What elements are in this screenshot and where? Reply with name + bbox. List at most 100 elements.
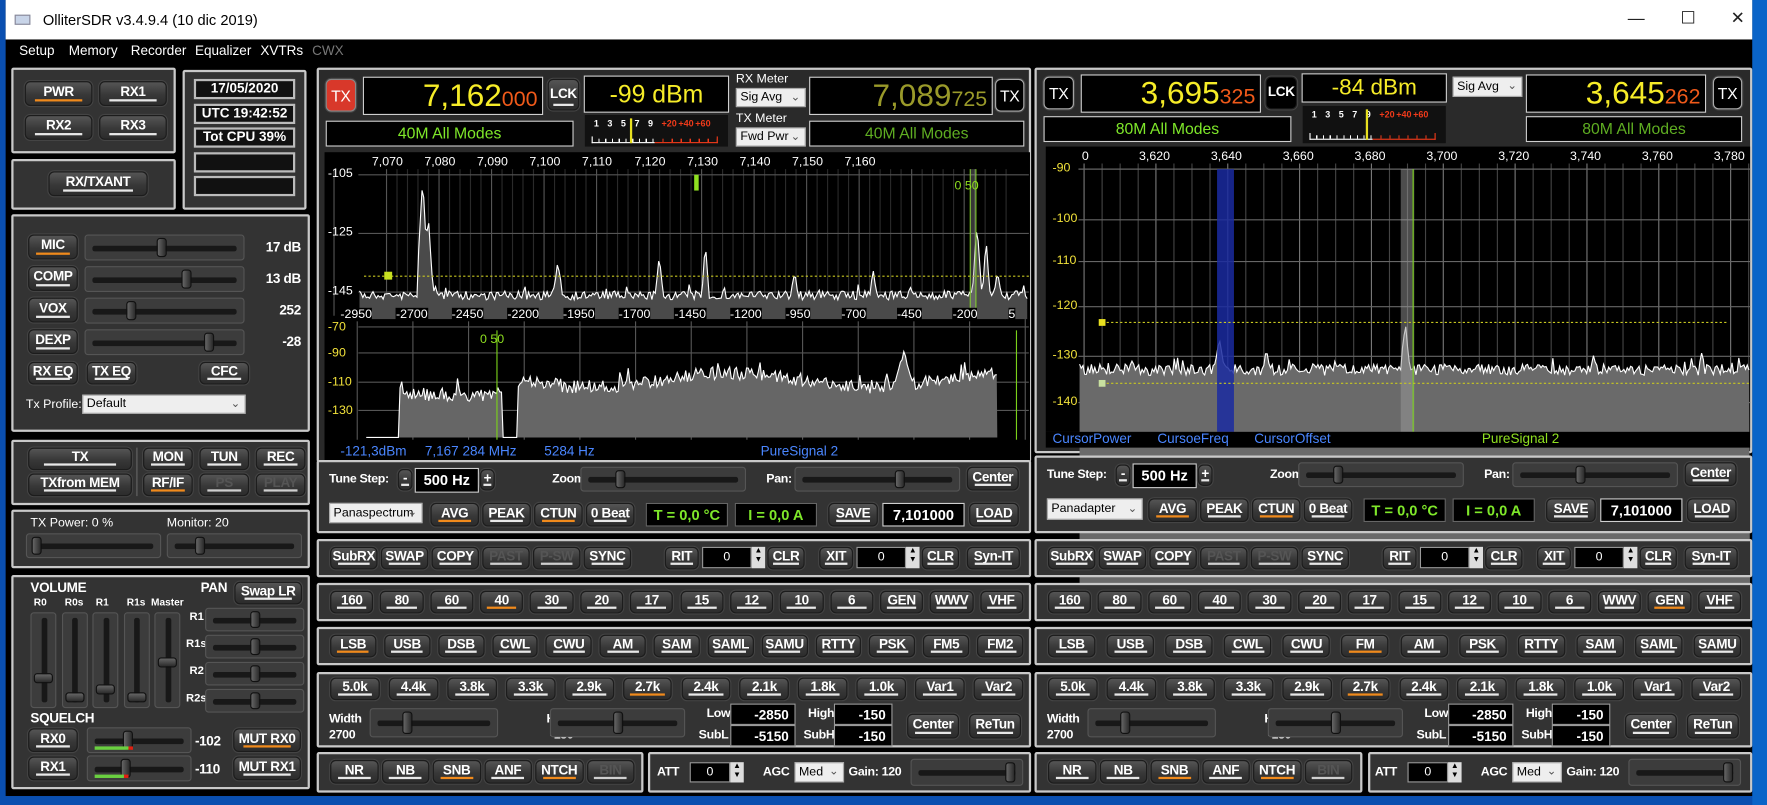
- spin-arrows-icon[interactable]: ▲ ▼: [1469, 546, 1484, 569]
- frequency-tick-label: 3,720: [1498, 149, 1530, 164]
- mode-rtty-button[interactable]: RTTY: [1517, 634, 1565, 658]
- p-sw-button[interactable]: P-SW: [1250, 546, 1299, 570]
- mode-samu-button[interactable]: SAMU: [1693, 634, 1742, 658]
- gain-slider[interactable]: [1628, 758, 1742, 786]
- subrx-button[interactable]: SubRX: [1048, 546, 1096, 570]
- peak-button[interactable]: PEAK: [1200, 498, 1249, 523]
- band-40-button[interactable]: 40: [1197, 590, 1242, 614]
- band-30-button[interactable]: 30: [1247, 590, 1292, 614]
- att-input[interactable]: 0: [1407, 762, 1449, 783]
- temperature-readout: T = 0,0 °C: [1363, 498, 1446, 523]
- ctun-button[interactable]: CTUN: [1251, 498, 1301, 523]
- sync-it-button[interactable]: Syn-IT: [1684, 546, 1738, 570]
- filter-2-7k-button[interactable]: 2.7k: [1340, 677, 1391, 701]
- slider-thumb[interactable]: [1722, 762, 1733, 783]
- swap-button[interactable]: SWAP: [1098, 546, 1147, 570]
- filter-4-4k-button[interactable]: 4.4k: [1106, 677, 1156, 701]
- slider-thumb[interactable]: [1575, 465, 1586, 484]
- zoom-slider[interactable]: [1298, 462, 1464, 488]
- sync-button[interactable]: SYNC: [1301, 546, 1349, 570]
- pan-label: Pan:: [1484, 467, 1510, 482]
- filter-var2-button[interactable]: Var2: [1691, 677, 1742, 701]
- avg-button[interactable]: AVG: [1148, 498, 1197, 523]
- filter-low-input[interactable]: -2850: [1448, 703, 1514, 725]
- select-value: Med: [1516, 765, 1541, 780]
- filter-subh-label: SubH: [1521, 728, 1553, 742]
- filter-2-4k-button[interactable]: 2.4k: [1399, 677, 1449, 701]
- band-160-button[interactable]: 160: [1048, 590, 1092, 614]
- agc-select[interactable]: Med ⌄: [1512, 762, 1562, 783]
- mode-saml-button[interactable]: SAML: [1634, 634, 1683, 658]
- mode-lsb-button[interactable]: LSB: [1048, 634, 1096, 658]
- retune-button[interactable]: ReTun: [1686, 713, 1739, 739]
- zero-beat-button[interactable]: 0 Beat: [1303, 498, 1353, 523]
- band-20-button[interactable]: 20: [1297, 590, 1342, 614]
- filter-1-0k-button[interactable]: 1.0k: [1574, 677, 1625, 701]
- mode-fm-button[interactable]: FM: [1341, 634, 1389, 658]
- filter-2-9k-button[interactable]: 2.9k: [1282, 677, 1332, 701]
- sdr-window: OlliterSDR v3.4.9.4 (10 dic 2019) — ☐ ✕ Setu…: [5, 0, 1767, 797]
- band-60-button[interactable]: 60: [1147, 590, 1192, 614]
- mode-usb-button[interactable]: USB: [1106, 634, 1155, 658]
- dsp-anf-button[interactable]: ANF: [1201, 759, 1250, 784]
- pan-slider[interactable]: [1512, 462, 1678, 488]
- mode-dsb-button[interactable]: DSB: [1165, 634, 1213, 658]
- filter-high-input-label: High: [1525, 706, 1553, 721]
- paste-button[interactable]: PAST: [1200, 546, 1248, 570]
- rit-clear-button[interactable]: CLR: [1485, 546, 1523, 570]
- load-button[interactable]: LOAD: [1686, 498, 1737, 523]
- filter-subh-input[interactable]: -150: [1551, 724, 1611, 747]
- cursor-readout: CursoeFreq: [1157, 430, 1229, 447]
- mode-cwl-button[interactable]: CWL: [1224, 634, 1272, 658]
- rit-offset-input[interactable]: 0: [1419, 546, 1470, 569]
- filter-2-1k-button[interactable]: 2.1k: [1457, 677, 1508, 701]
- dsp-nb-button[interactable]: NB: [1099, 759, 1148, 784]
- dsp-nr-button[interactable]: NR: [1048, 759, 1096, 784]
- filter-width-value: 2700: [1046, 728, 1074, 742]
- filter-1-8k-button[interactable]: 1.8k: [1516, 677, 1566, 701]
- mode-cwu-button[interactable]: CWU: [1282, 634, 1331, 658]
- filter-high-input[interactable]: -150: [1551, 703, 1611, 725]
- copy-button[interactable]: COPY: [1149, 546, 1197, 570]
- band-gen-button[interactable]: GEN: [1647, 590, 1692, 614]
- band-12-button[interactable]: 12: [1447, 590, 1492, 614]
- db-tick-label: -120: [1052, 298, 1078, 313]
- display-mode-select[interactable]: Panadapter ⌄: [1046, 498, 1143, 520]
- frequency-tick-label: 3,740: [1570, 149, 1602, 164]
- band-80-button[interactable]: 80: [1097, 590, 1142, 614]
- band-10-button[interactable]: 10: [1497, 590, 1542, 614]
- rit-button[interactable]: RIT: [1382, 546, 1417, 570]
- filter-var1-button[interactable]: Var1: [1633, 677, 1683, 701]
- tune-step-increase-button[interactable]: +: [1197, 464, 1213, 486]
- filter-high-slider[interactable]: [1267, 708, 1403, 738]
- dsp-ntch-button[interactable]: NTCH: [1253, 759, 1302, 784]
- mode-am-button[interactable]: AM: [1400, 634, 1448, 658]
- band-6-button[interactable]: 6: [1547, 590, 1592, 614]
- spin-arrows-icon[interactable]: ▲ ▼: [1623, 546, 1638, 569]
- mode-sam-button[interactable]: SAM: [1576, 634, 1624, 658]
- filter-width-slider[interactable]: [1087, 708, 1216, 738]
- spin-arrows-icon[interactable]: ▲ ▼: [1448, 762, 1462, 783]
- xit-clear-button[interactable]: CLR: [1639, 546, 1677, 570]
- xit-button[interactable]: XIT: [1537, 546, 1571, 570]
- band-vhf-button[interactable]: VHF: [1697, 590, 1742, 614]
- tune-step-decrease-button[interactable]: -: [1115, 464, 1131, 486]
- slider-thumb[interactable]: [1119, 711, 1130, 735]
- dsp-bin-button[interactable]: BIN: [1304, 759, 1353, 784]
- mode-psk-button[interactable]: PSK: [1458, 634, 1507, 658]
- slider-thumb[interactable]: [1332, 465, 1343, 484]
- filter-5-0k-button[interactable]: 5.0k: [1048, 677, 1098, 701]
- filter-3-8k-button[interactable]: 3.8k: [1165, 677, 1215, 701]
- dsp-snb-button[interactable]: SNB: [1150, 759, 1199, 784]
- xit-offset-input[interactable]: 0: [1574, 546, 1624, 569]
- save-button[interactable]: SAVE: [1546, 498, 1596, 523]
- chevron-down-icon: ⌄: [1127, 502, 1138, 516]
- filter-subl-input[interactable]: -5150: [1448, 724, 1514, 747]
- slider-thumb[interactable]: [1330, 711, 1341, 735]
- band-17-button[interactable]: 17: [1347, 590, 1392, 614]
- center-button[interactable]: Center: [1684, 462, 1737, 486]
- filter-3-3k-button[interactable]: 3.3k: [1223, 677, 1274, 701]
- filter-center-button[interactable]: Center: [1624, 713, 1677, 739]
- band-wwv-button[interactable]: WWV: [1597, 590, 1642, 614]
- band-15-button[interactable]: 15: [1397, 590, 1442, 614]
